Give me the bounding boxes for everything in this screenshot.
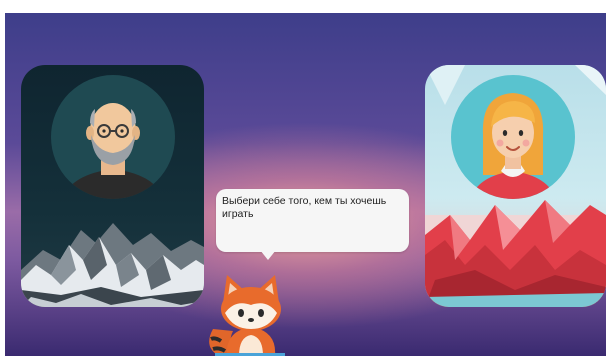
speech-bubble: Выбери себе того, кем ты хочешь играть <box>216 189 409 252</box>
character-card-female[interactable] <box>425 65 606 307</box>
blonde-woman-avatar-icon <box>451 75 575 199</box>
red-panda-fox-icon <box>209 275 285 356</box>
speech-bubble-text: Выбери себе того, кем ты хочешь играть <box>222 195 387 220</box>
speech-bubble-tail <box>260 250 276 260</box>
game-scene: Выбери себе того, кем ты хочешь играть <box>5 13 606 356</box>
bald-man-with-glasses-avatar-icon <box>51 75 175 199</box>
character-card-male[interactable] <box>21 65 204 307</box>
